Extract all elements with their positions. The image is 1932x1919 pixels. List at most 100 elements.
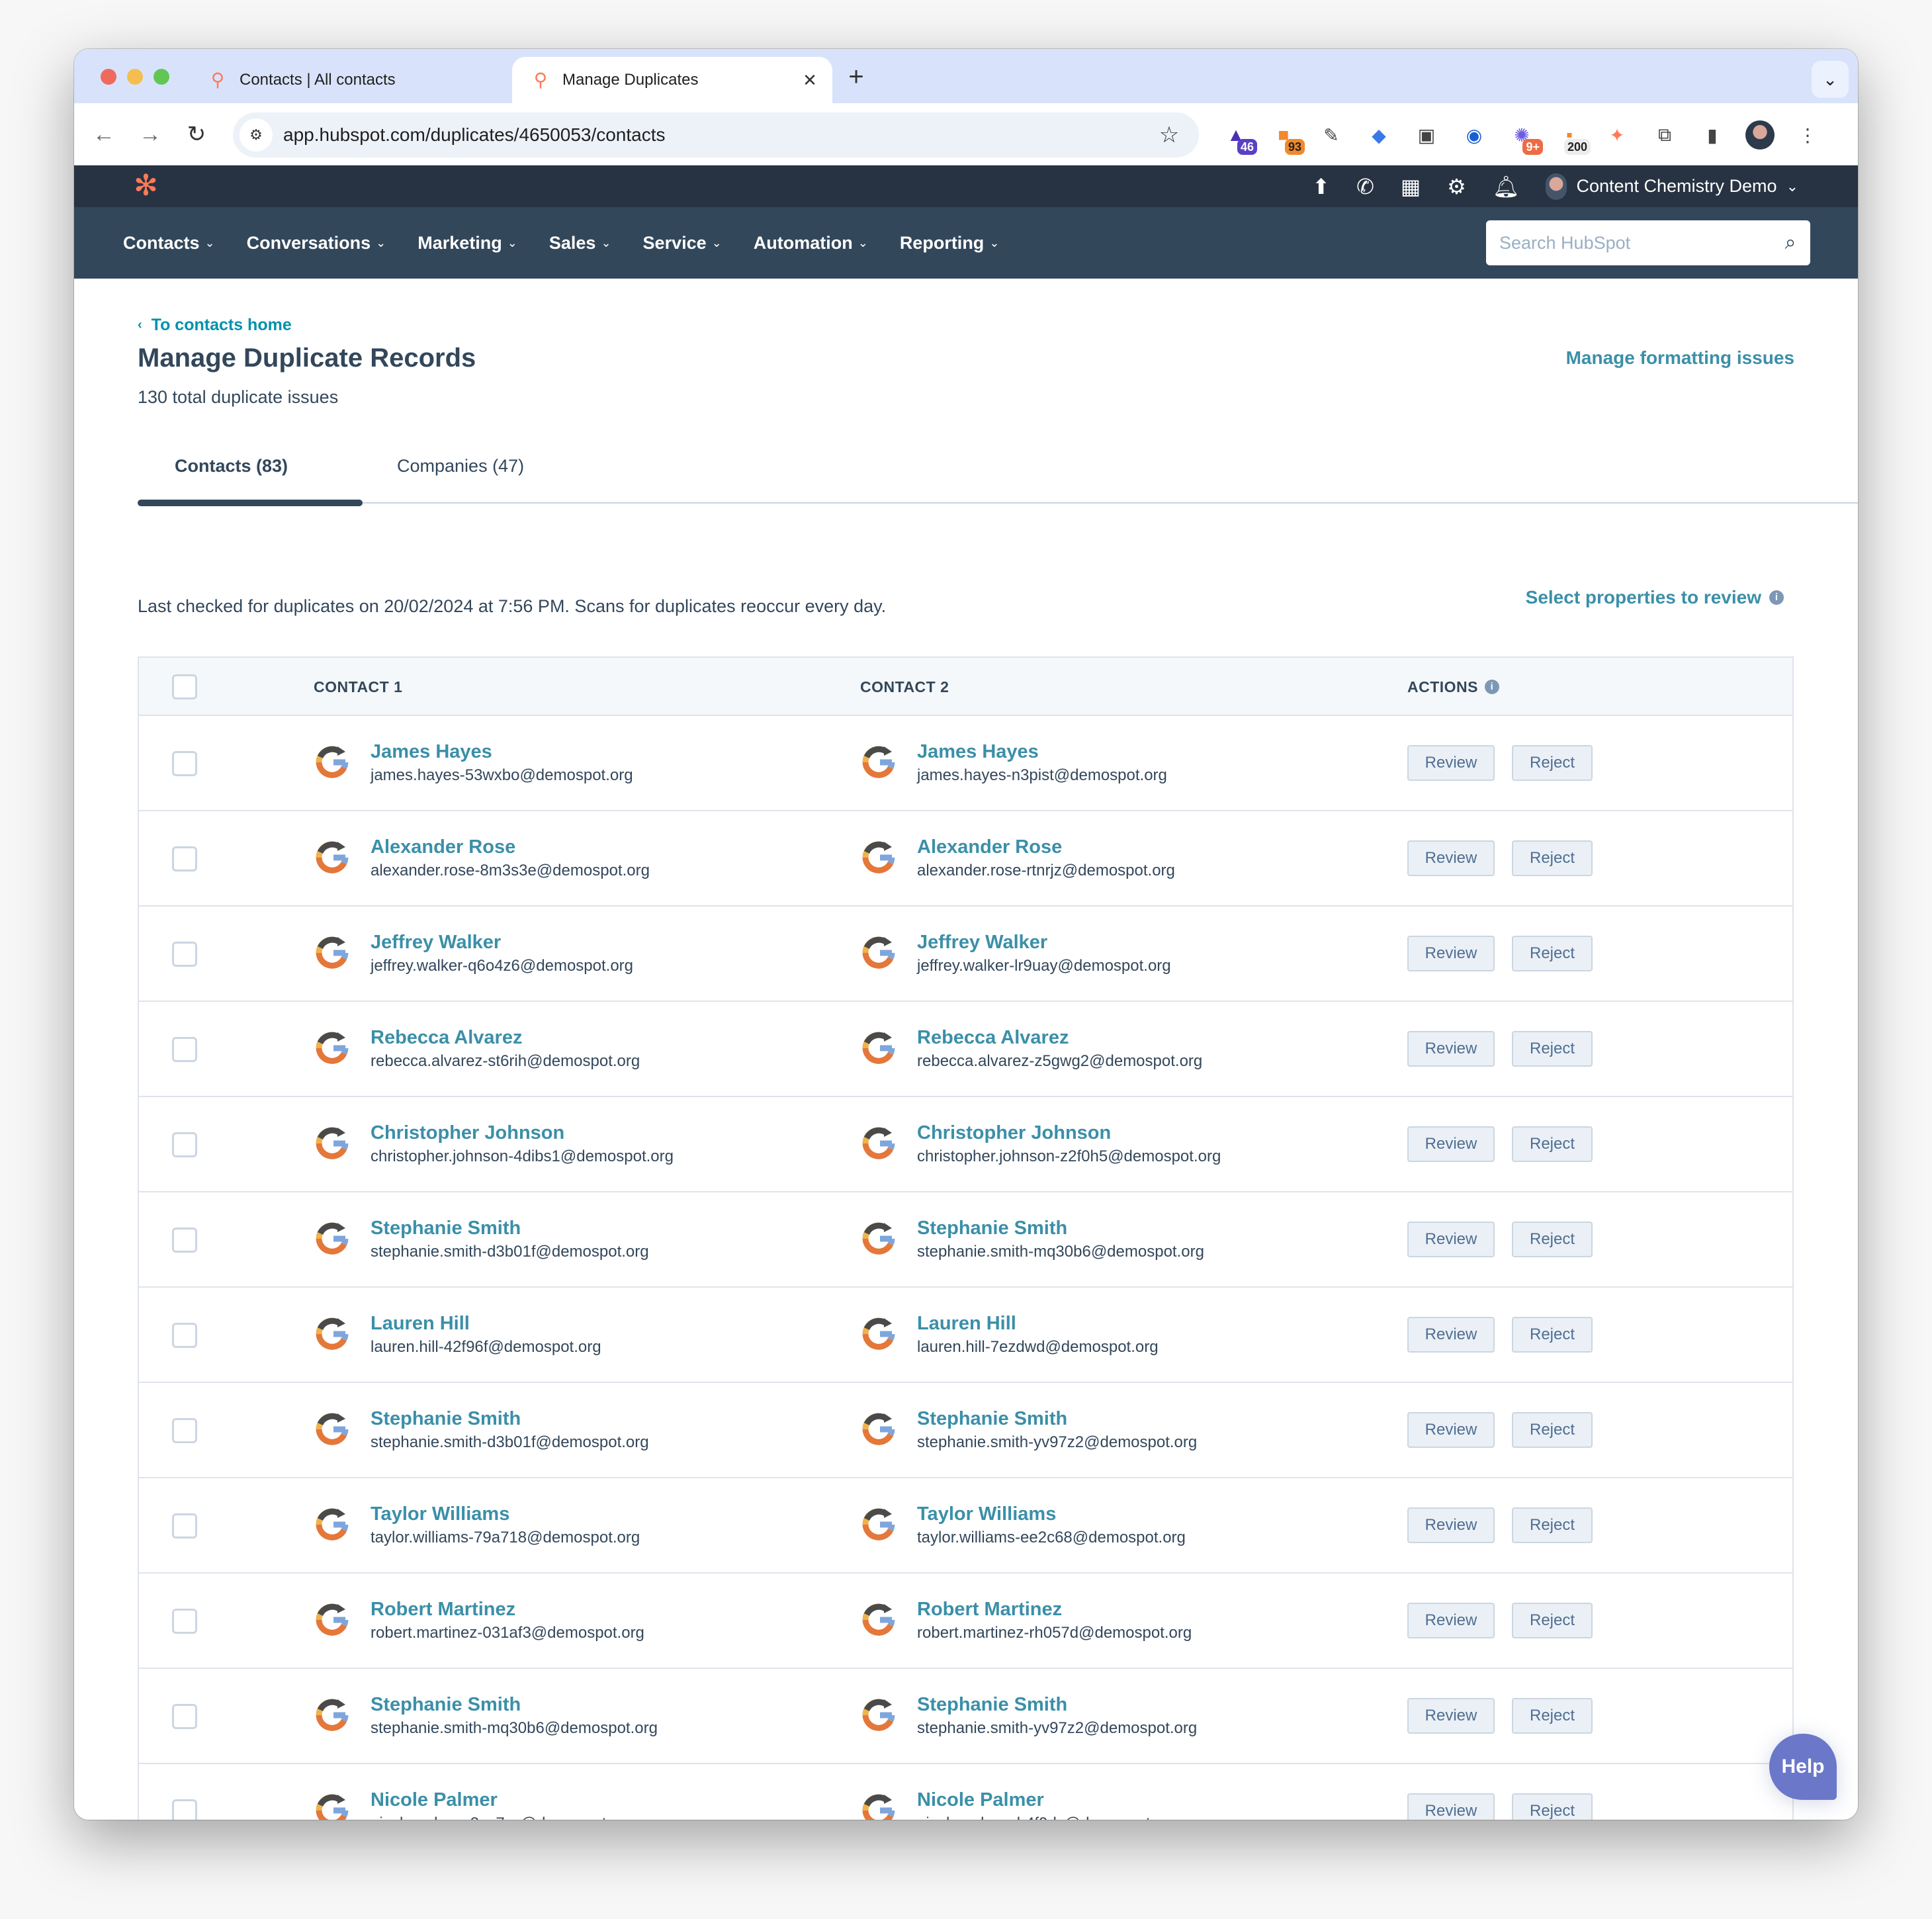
nav-marketing[interactable]: Marketing ⌄ (417, 233, 517, 253)
row-checkbox[interactable] (172, 1513, 197, 1539)
settings-gear-icon[interactable]: ⚙ (1447, 174, 1466, 199)
side-panel-icon[interactable]: ▮ (1695, 118, 1730, 152)
tab-contacts[interactable]: Contacts (83) (175, 456, 288, 476)
row-checkbox[interactable] (172, 1704, 197, 1729)
contact-2-name-link[interactable]: Robert Martinez (917, 1597, 1192, 1621)
contact-1-name-link[interactable]: Stephanie Smith (371, 1693, 658, 1717)
contact-1-name-link[interactable]: Jeffrey Walker (371, 930, 633, 954)
row-checkbox[interactable] (172, 1323, 197, 1348)
reject-button[interactable]: Reject (1512, 1603, 1593, 1638)
reject-button[interactable]: Reject (1512, 1126, 1593, 1162)
contact-1-name-link[interactable]: Stephanie Smith (371, 1216, 649, 1240)
row-checkbox[interactable] (172, 1132, 197, 1157)
profile-avatar[interactable] (1743, 118, 1777, 152)
row-checkbox[interactable] (172, 942, 197, 967)
document-icon[interactable]: ▣ (1409, 118, 1444, 152)
contact-1-name-link[interactable]: Alexander Rose (371, 835, 650, 859)
contact-2-name-link[interactable]: James Hayes (917, 740, 1167, 764)
eyedropper-icon[interactable]: ✎ (1314, 118, 1348, 152)
review-button[interactable]: Review (1407, 745, 1495, 781)
reject-button[interactable]: Reject (1512, 1222, 1593, 1257)
row-checkbox[interactable] (172, 1799, 197, 1820)
contact-2-name-link[interactable]: Stephanie Smith (917, 1407, 1197, 1431)
contact-1-name-link[interactable]: Lauren Hill (371, 1312, 601, 1335)
nav-contacts[interactable]: Contacts ⌄ (123, 233, 215, 253)
contact-2-name-link[interactable]: Taylor Williams (917, 1502, 1186, 1526)
nav-reporting[interactable]: Reporting ⌄ (900, 233, 1000, 253)
review-button[interactable]: Review (1407, 1317, 1495, 1353)
contact-2-name-link[interactable]: Stephanie Smith (917, 1693, 1197, 1717)
close-window-button[interactable] (101, 69, 116, 85)
new-tab-button[interactable]: + (842, 64, 871, 93)
manage-formatting-issues-link[interactable]: Manage formatting issues (1566, 347, 1794, 369)
nav-service[interactable]: Service ⌄ (643, 233, 722, 253)
chrome-menu-icon[interactable]: ⋮ (1790, 118, 1825, 152)
maximize-window-button[interactable] (154, 69, 169, 85)
back-icon[interactable]: ← (87, 118, 120, 151)
row-checkbox[interactable] (172, 846, 197, 871)
contact-2-name-link[interactable]: Alexander Rose (917, 835, 1175, 859)
help-button[interactable]: Help (1769, 1734, 1837, 1800)
notifications-bell-icon[interactable]: 🔔︎ (1493, 174, 1520, 199)
reject-button[interactable]: Reject (1512, 1507, 1593, 1543)
contact-1-name-link[interactable]: Taylor Williams (371, 1502, 640, 1526)
reject-button[interactable]: Reject (1512, 936, 1593, 971)
contact-2-name-link[interactable]: Nicole Palmer (917, 1788, 1178, 1812)
review-button[interactable]: Review (1407, 1603, 1495, 1638)
contact-2-name-link[interactable]: Stephanie Smith (917, 1216, 1204, 1240)
reject-button[interactable]: Reject (1512, 745, 1593, 781)
contact-1-name-link[interactable]: James Hayes (371, 740, 633, 764)
contact-1-name-link[interactable]: Stephanie Smith (371, 1407, 649, 1431)
review-button[interactable]: Review (1407, 1126, 1495, 1162)
minimize-window-button[interactable] (127, 69, 143, 85)
review-button[interactable]: Review (1407, 840, 1495, 876)
reject-button[interactable]: Reject (1512, 1412, 1593, 1448)
review-button[interactable]: Review (1407, 1031, 1495, 1067)
reject-button[interactable]: Reject (1512, 1793, 1593, 1820)
breadcrumb[interactable]: ‹ To contacts home (138, 316, 292, 335)
extension-purple-icon[interactable]: ▲ 46 (1219, 118, 1257, 155)
contact-1-name-link[interactable]: Nicole Palmer (371, 1788, 634, 1812)
tag-icon[interactable]: ◆ (1362, 118, 1396, 152)
marketplace-icon[interactable]: ▦ (1401, 174, 1421, 199)
contact-2-name-link[interactable]: Rebecca Alvarez (917, 1026, 1202, 1049)
row-checkbox[interactable] (172, 1418, 197, 1443)
row-checkbox[interactable] (172, 1227, 197, 1253)
forward-icon[interactable]: → (134, 118, 167, 151)
password-manager-icon[interactable]: ◉ (1457, 118, 1491, 152)
tab-companies[interactable]: Companies (47) (397, 456, 524, 476)
review-button[interactable]: Review (1407, 1698, 1495, 1734)
search-icon[interactable]: ⌕ (1771, 232, 1810, 254)
account-menu[interactable]: Content Chemistry Demo ⌄ (1546, 173, 1798, 200)
hubspot-extension-icon[interactable]: ✦ (1600, 118, 1634, 152)
review-button[interactable]: Review (1407, 1507, 1495, 1543)
site-settings-icon[interactable]: ⚙ (240, 118, 273, 152)
select-properties-link[interactable]: Select properties to review i (1526, 587, 1784, 608)
bookmark-star-icon[interactable]: ☆ (1153, 122, 1186, 148)
extension-orange-icon[interactable]: ■ 93 (1266, 118, 1305, 155)
extensions-puzzle-icon[interactable]: ⧉ (1647, 118, 1682, 152)
row-checkbox[interactable] (172, 1037, 197, 1062)
contact-2-name-link[interactable]: Lauren Hill (917, 1312, 1159, 1335)
breadcrumb-link[interactable]: To contacts home (152, 316, 292, 335)
reload-icon[interactable]: ↻ (180, 118, 213, 151)
address-bar[interactable]: ⚙ app.hubspot.com/duplicates/4650053/con… (233, 112, 1199, 157)
nav-automation[interactable]: Automation ⌄ (754, 233, 868, 253)
reject-button[interactable]: Reject (1512, 1698, 1593, 1734)
review-button[interactable]: Review (1407, 936, 1495, 971)
contact-1-name-link[interactable]: Christopher Johnson (371, 1121, 674, 1145)
browser-tab-manage-duplicates[interactable]: ⚲ Manage Duplicates ✕ (512, 57, 832, 103)
url-text[interactable]: app.hubspot.com/duplicates/4650053/conta… (283, 124, 1153, 146)
reject-button[interactable]: Reject (1512, 1031, 1593, 1067)
nav-sales[interactable]: Sales ⌄ (549, 233, 611, 253)
calling-icon[interactable]: ✆ (1356, 174, 1374, 199)
info-icon[interactable]: i (1769, 590, 1784, 605)
extension-burst-icon[interactable]: ✺ 9+ (1505, 118, 1543, 155)
nav-conversations[interactable]: Conversations ⌄ (247, 233, 386, 253)
reject-button[interactable]: Reject (1512, 840, 1593, 876)
select-all-checkbox[interactable] (172, 674, 197, 699)
contact-2-name-link[interactable]: Jeffrey Walker (917, 930, 1171, 954)
review-button[interactable]: Review (1407, 1793, 1495, 1820)
contact-2-name-link[interactable]: Christopher Johnson (917, 1121, 1221, 1145)
search-input[interactable] (1499, 232, 1771, 253)
